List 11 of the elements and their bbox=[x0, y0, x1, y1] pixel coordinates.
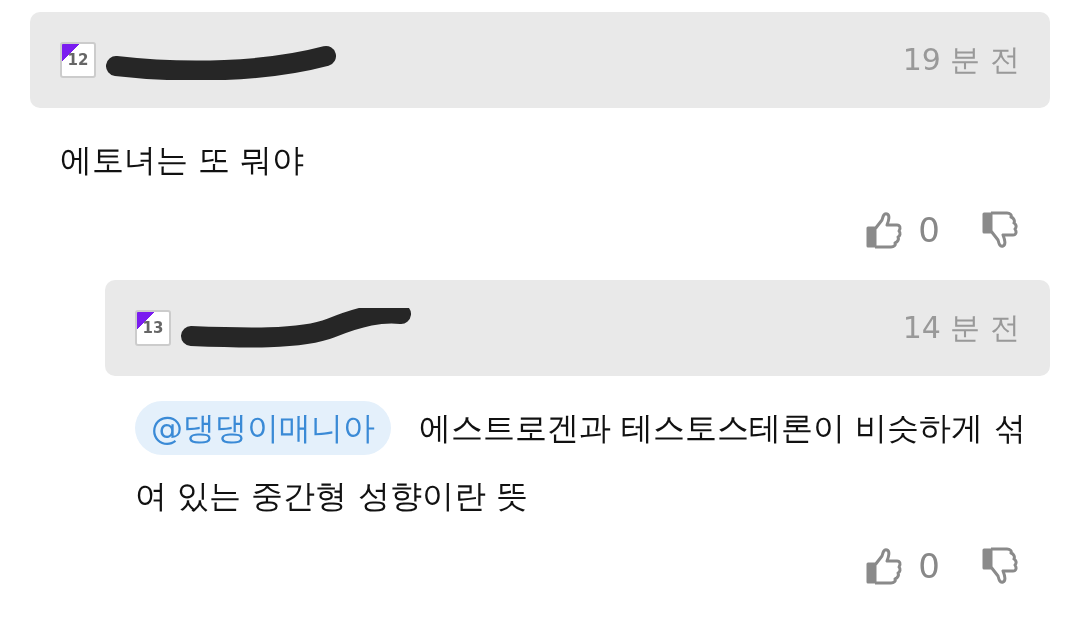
comment-text: 에토녀는 또 뭐야 bbox=[60, 140, 306, 181]
thumbs-down-icon[interactable] bbox=[980, 210, 1020, 250]
timestamp: 14 분 전 bbox=[902, 308, 1020, 347]
level-badge: 12 bbox=[60, 42, 96, 78]
thumbs-down-icon[interactable] bbox=[980, 546, 1020, 586]
comment-text: @댕댕이매니아 에스트로겐과 테스토스테론이 비슷하게 섞여 있는 중간형 성향이란 뜻 bbox=[135, 394, 1050, 530]
mention-link[interactable]: @댕댕이매니아 bbox=[135, 401, 391, 455]
level-badge: 13 bbox=[135, 310, 171, 346]
like-count: 0 bbox=[918, 210, 940, 250]
timestamp: 19 분 전 bbox=[902, 40, 1020, 79]
like-count: 0 bbox=[918, 546, 940, 586]
